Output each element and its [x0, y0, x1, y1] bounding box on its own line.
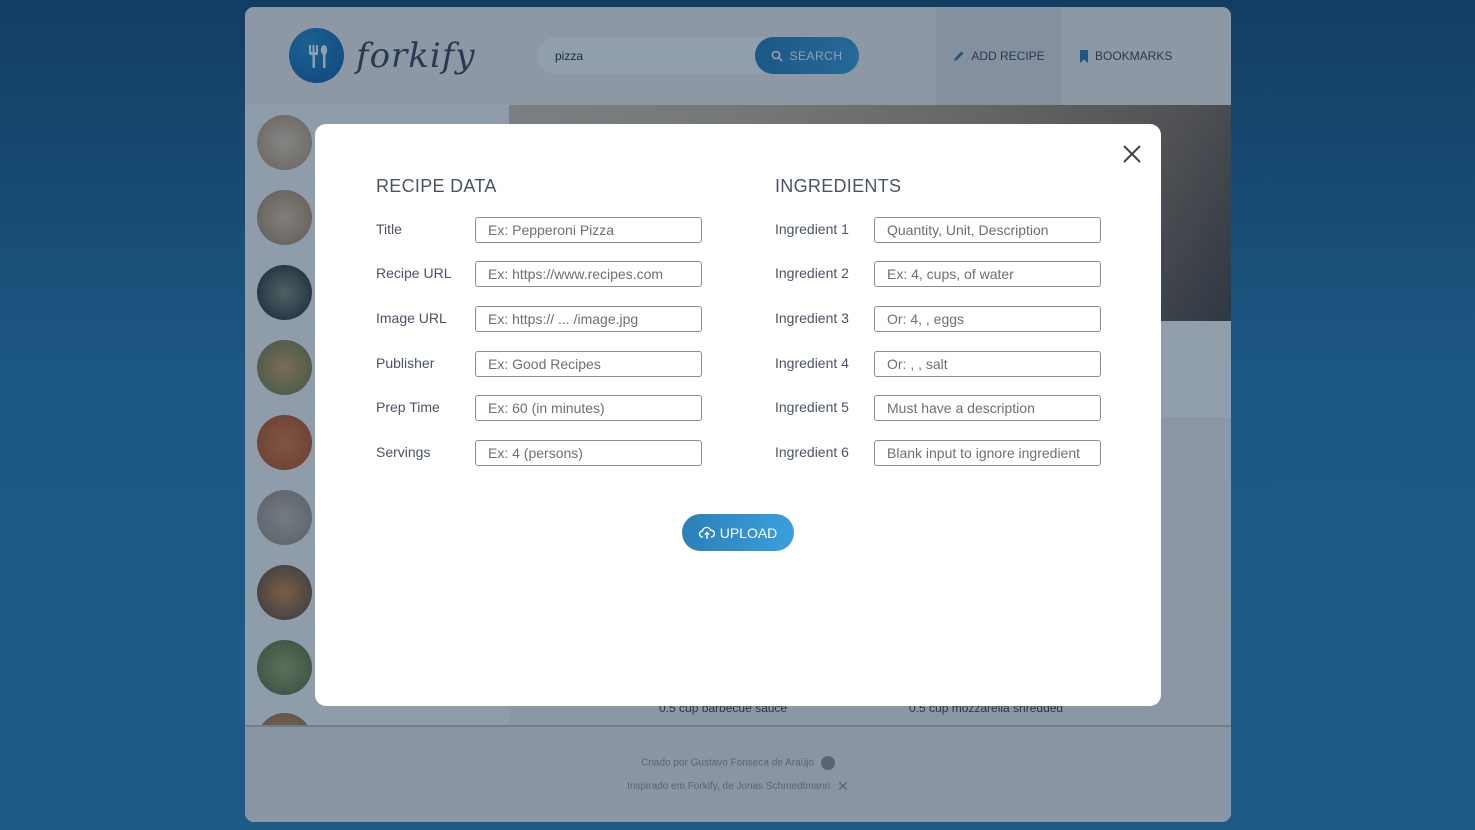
upload-button-label: UPLOAD [719, 524, 778, 541]
ingredients-heading: INGREDIENTS [775, 176, 902, 196]
cloud-upload-icon [698, 526, 715, 539]
publisher-field[interactable] [475, 351, 702, 377]
ingredient-4-label: Ingredient 4 [775, 355, 849, 371]
ingredient-3-label: Ingredient 3 [775, 310, 849, 326]
ingredient-1-label: Ingredient 1 [775, 221, 849, 237]
servings-field[interactable] [475, 440, 702, 466]
recipe-data-heading: RECIPE DATA [376, 176, 497, 196]
ingredient-5-label: Ingredient 5 [775, 399, 849, 415]
add-recipe-modal: RECIPE DATA INGREDIENTS Title Recipe URL… [315, 124, 1161, 706]
title-field[interactable] [475, 217, 702, 243]
ingredient-4-field[interactable] [874, 351, 1101, 377]
upload-button[interactable]: UPLOAD [682, 514, 794, 551]
recipe-url-field[interactable] [475, 261, 702, 287]
image-url-field[interactable] [475, 306, 702, 332]
servings-label: Servings [376, 444, 431, 460]
recipe-url-label: Recipe URL [376, 265, 452, 281]
prep-time-field[interactable] [475, 395, 702, 421]
close-icon[interactable] [1120, 142, 1144, 166]
ingredient-5-field[interactable] [874, 395, 1101, 421]
ingredient-2-field[interactable] [874, 261, 1101, 287]
ingredient-6-label: Ingredient 6 [775, 444, 849, 460]
prep-time-label: Prep Time [376, 399, 440, 415]
publisher-label: Publisher [376, 355, 435, 371]
ingredient-6-field[interactable] [874, 440, 1101, 466]
title-label: Title [376, 221, 402, 237]
ingredient-2-label: Ingredient 2 [775, 265, 849, 281]
ingredient-3-field[interactable] [874, 306, 1101, 332]
ingredient-1-field[interactable] [874, 217, 1101, 243]
image-url-label: Image URL [376, 310, 447, 326]
